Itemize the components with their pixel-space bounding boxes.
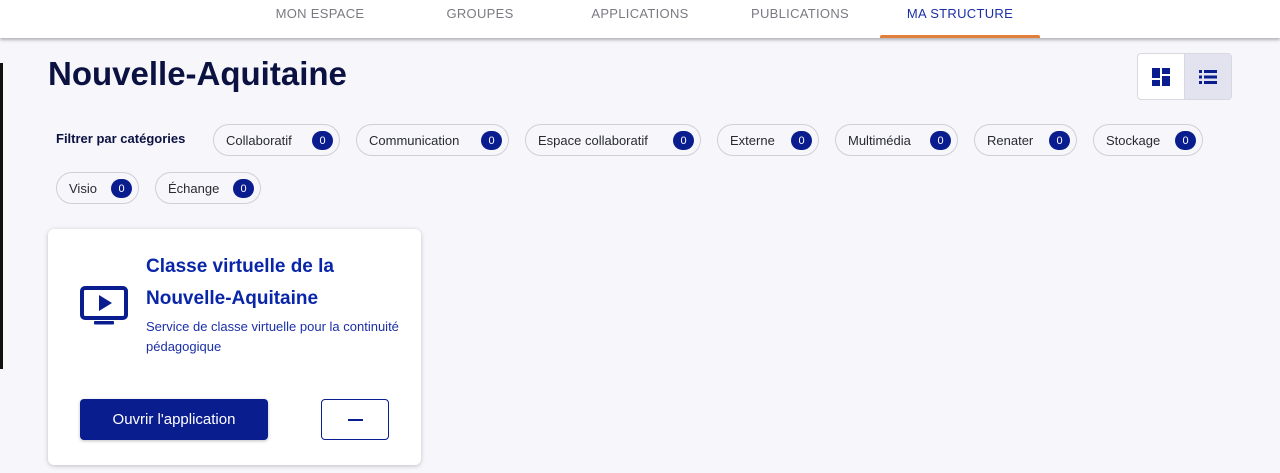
filter-chip-visio[interactable]: Visio 0 xyxy=(56,172,139,204)
chip-label: Échange xyxy=(168,180,220,196)
tab-label: MA STRUCTURE xyxy=(906,6,1014,21)
minus-icon xyxy=(347,418,363,421)
chip-label: Renater xyxy=(987,132,1034,148)
tab-label: APPLICATIONS xyxy=(591,6,689,21)
filter-chip-externe[interactable]: Externe 0 xyxy=(717,124,819,156)
remove-application-button[interactable] xyxy=(321,399,389,440)
filter-chip-renater[interactable]: Renater 0 xyxy=(974,124,1077,156)
tab-label: GROUPES xyxy=(446,6,514,21)
left-divider xyxy=(0,63,3,369)
top-navigation: MON ESPACE GROUPES APPLICATIONS PUBLICAT… xyxy=(0,0,1280,38)
chip-label: Multimédia xyxy=(848,132,911,148)
application-card: Classe virtuelle de la Nouvelle-Aquitain… xyxy=(48,229,421,465)
grid-view-icon xyxy=(1152,67,1170,86)
chip-label: Collaboratif xyxy=(226,132,292,148)
chip-count-badge: 0 xyxy=(111,179,132,198)
tab-groupes[interactable]: GROUPES xyxy=(425,0,535,38)
open-application-button[interactable]: Ouvrir l'application xyxy=(80,399,268,440)
grid-view-button[interactable] xyxy=(1138,54,1184,99)
chip-label: Visio xyxy=(69,180,97,196)
tab-publications[interactable]: PUBLICATIONS xyxy=(740,0,860,38)
view-toggle xyxy=(1137,53,1232,100)
tab-label: MON ESPACE xyxy=(275,6,365,21)
tab-applications[interactable]: APPLICATIONS xyxy=(580,0,700,38)
filter-chip-stockage[interactable]: Stockage 0 xyxy=(1093,124,1203,156)
chip-label: Communication xyxy=(369,132,460,148)
chip-count-badge: 0 xyxy=(791,131,812,150)
chip-count-badge: 0 xyxy=(930,131,951,150)
chip-count-badge: 0 xyxy=(673,131,694,150)
chip-label: Stockage xyxy=(1106,132,1161,148)
page-title: Nouvelle-Aquitaine xyxy=(48,55,347,92)
tab-ma-structure[interactable]: MA STRUCTURE xyxy=(880,0,1040,38)
filter-chip-communication[interactable]: Communication 0 xyxy=(356,124,509,156)
card-description: Service de classe virtuelle pour la cont… xyxy=(146,319,399,354)
chip-count-badge: 0 xyxy=(233,179,254,198)
chip-count-badge: 0 xyxy=(312,131,333,150)
card-title[interactable]: Classe virtuelle de la Nouvelle-Aquitain… xyxy=(146,251,396,315)
chip-count-badge: 0 xyxy=(481,131,502,150)
tab-mon-espace[interactable]: MON ESPACE xyxy=(261,0,379,38)
list-view-button[interactable] xyxy=(1184,54,1231,99)
list-view-icon xyxy=(1199,69,1217,84)
chip-label: Espace collaboratif xyxy=(538,132,648,148)
chip-count-badge: 0 xyxy=(1049,131,1070,150)
filter-label: Filtrer par catégories xyxy=(56,131,186,146)
tab-label: PUBLICATIONS xyxy=(751,6,849,21)
filter-chip-multimedia[interactable]: Multimédia 0 xyxy=(835,124,958,156)
chip-count-badge: 0 xyxy=(1175,131,1196,150)
filter-chip-espace-collaboratif[interactable]: Espace collaboratif 0 xyxy=(525,124,701,156)
video-screen-icon xyxy=(80,286,128,325)
filter-chip-echange[interactable]: Échange 0 xyxy=(155,172,261,204)
filter-chip-collaboratif[interactable]: Collaboratif 0 xyxy=(213,124,340,156)
chip-label: Externe xyxy=(730,132,775,148)
